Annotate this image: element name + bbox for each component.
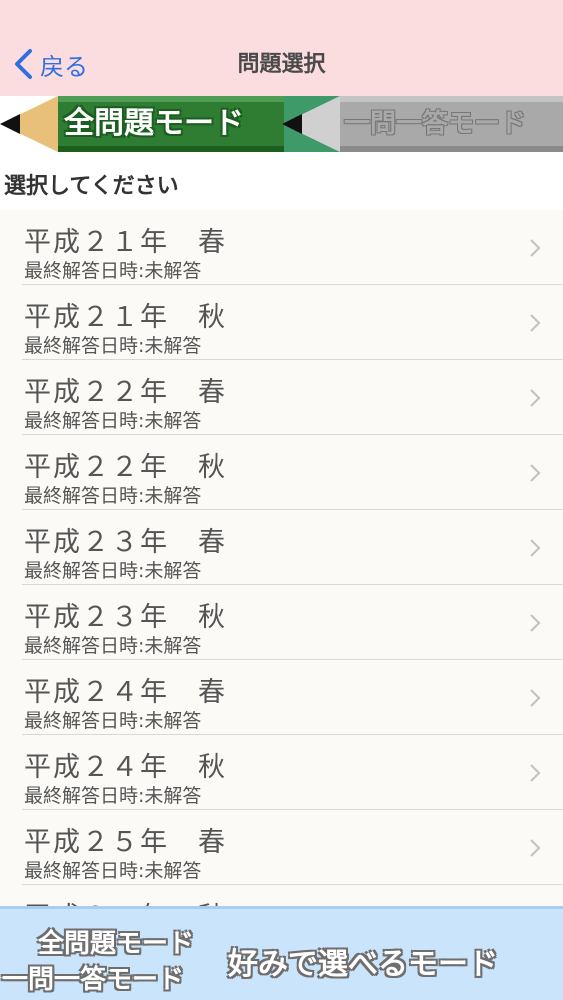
chevron-right-icon: [530, 539, 541, 557]
chevron-right-icon: [530, 464, 541, 482]
tab-one-question-mode[interactable]: 一問一答モード: [282, 96, 563, 152]
chevron-right-icon: [530, 689, 541, 707]
list-item-title: 平成２１年 春: [24, 227, 227, 258]
chevron-right-icon: [530, 839, 541, 857]
list-item[interactable]: 平成２３年 春 最終解答日時:未解答: [0, 510, 563, 585]
navigation-bar: 戻る 問題選択: [0, 0, 563, 96]
section-header: 選択してください: [0, 152, 563, 210]
tab-one-question-label: 一問一答モード: [344, 109, 527, 139]
banner-tagline-text: 好みで選べるモード: [228, 947, 498, 982]
list-item[interactable]: 平成２１年 春 最終解答日時:未解答: [0, 210, 563, 285]
list-item[interactable]: 平成２５年 春 最終解答日時:未解答: [0, 810, 563, 885]
section-header-text: 選択してください: [4, 174, 179, 199]
promo-banner: 全問題モード 一問一答モード 好みで選べるモード: [0, 906, 563, 1000]
list-item-title: 平成２１年 秋: [24, 302, 227, 333]
list-item[interactable]: 平成２４年 秋 最終解答日時:未解答: [0, 735, 563, 810]
list-item[interactable]: 平成２１年 秋 最終解答日時:未解答: [0, 285, 563, 360]
exam-list: 平成２１年 春 最終解答日時:未解答 平成２１年 秋 最終解答日時:未解答 平成…: [0, 210, 563, 906]
list-item-subtitle: 最終解答日時:未解答: [24, 410, 202, 432]
list-item-title: 平成２４年 春: [24, 677, 227, 708]
list-item-subtitle: 最終解答日時:未解答: [24, 710, 202, 732]
chevron-right-icon: [530, 239, 541, 257]
chevron-right-icon: [530, 389, 541, 407]
list-item-title: 平成２５年 秋: [24, 895, 227, 906]
chevron-right-icon: [530, 764, 541, 782]
list-item-subtitle: 最終解答日時:未解答: [24, 785, 202, 807]
banner-one-question-text: 一問一答モード: [2, 965, 185, 995]
list-item[interactable]: 平成２４年 春 最終解答日時:未解答: [0, 660, 563, 735]
list-item-subtitle: 最終解答日時:未解答: [24, 335, 202, 357]
list-item[interactable]: 平成２２年 春 最終解答日時:未解答: [0, 360, 563, 435]
mode-tabs: 全問題モード 一問一答モード: [0, 96, 563, 152]
banner-all-questions-text: 全問題モード: [38, 929, 195, 959]
tab-all-questions-label: 全問題モード: [64, 106, 244, 141]
list-item[interactable]: 平成２３年 秋 最終解答日時:未解答: [0, 585, 563, 660]
list-item-subtitle: 最終解答日時:未解答: [24, 485, 202, 507]
list-item-subtitle: 最終解答日時:未解答: [24, 560, 202, 582]
list-item-subtitle: 最終解答日時:未解答: [24, 860, 202, 882]
chevron-right-icon: [530, 614, 541, 632]
list-item-subtitle: 最終解答日時:未解答: [24, 260, 202, 282]
list-item[interactable]: 平成２５年 秋: [0, 885, 563, 906]
list-item-subtitle: 最終解答日時:未解答: [24, 635, 202, 657]
list-item-title: 平成２２年 秋: [24, 452, 227, 483]
list-item-title: 平成２５年 春: [24, 827, 227, 858]
list-item-title: 平成２４年 秋: [24, 752, 227, 783]
list-item-title: 平成２３年 秋: [24, 602, 227, 633]
list-item[interactable]: 平成２２年 秋 最終解答日時:未解答: [0, 435, 563, 510]
page-title: 問題選択: [237, 52, 326, 77]
chevron-right-icon: [530, 314, 541, 332]
list-item-title: 平成２３年 春: [24, 527, 227, 558]
list-item-title: 平成２２年 春: [24, 377, 227, 408]
